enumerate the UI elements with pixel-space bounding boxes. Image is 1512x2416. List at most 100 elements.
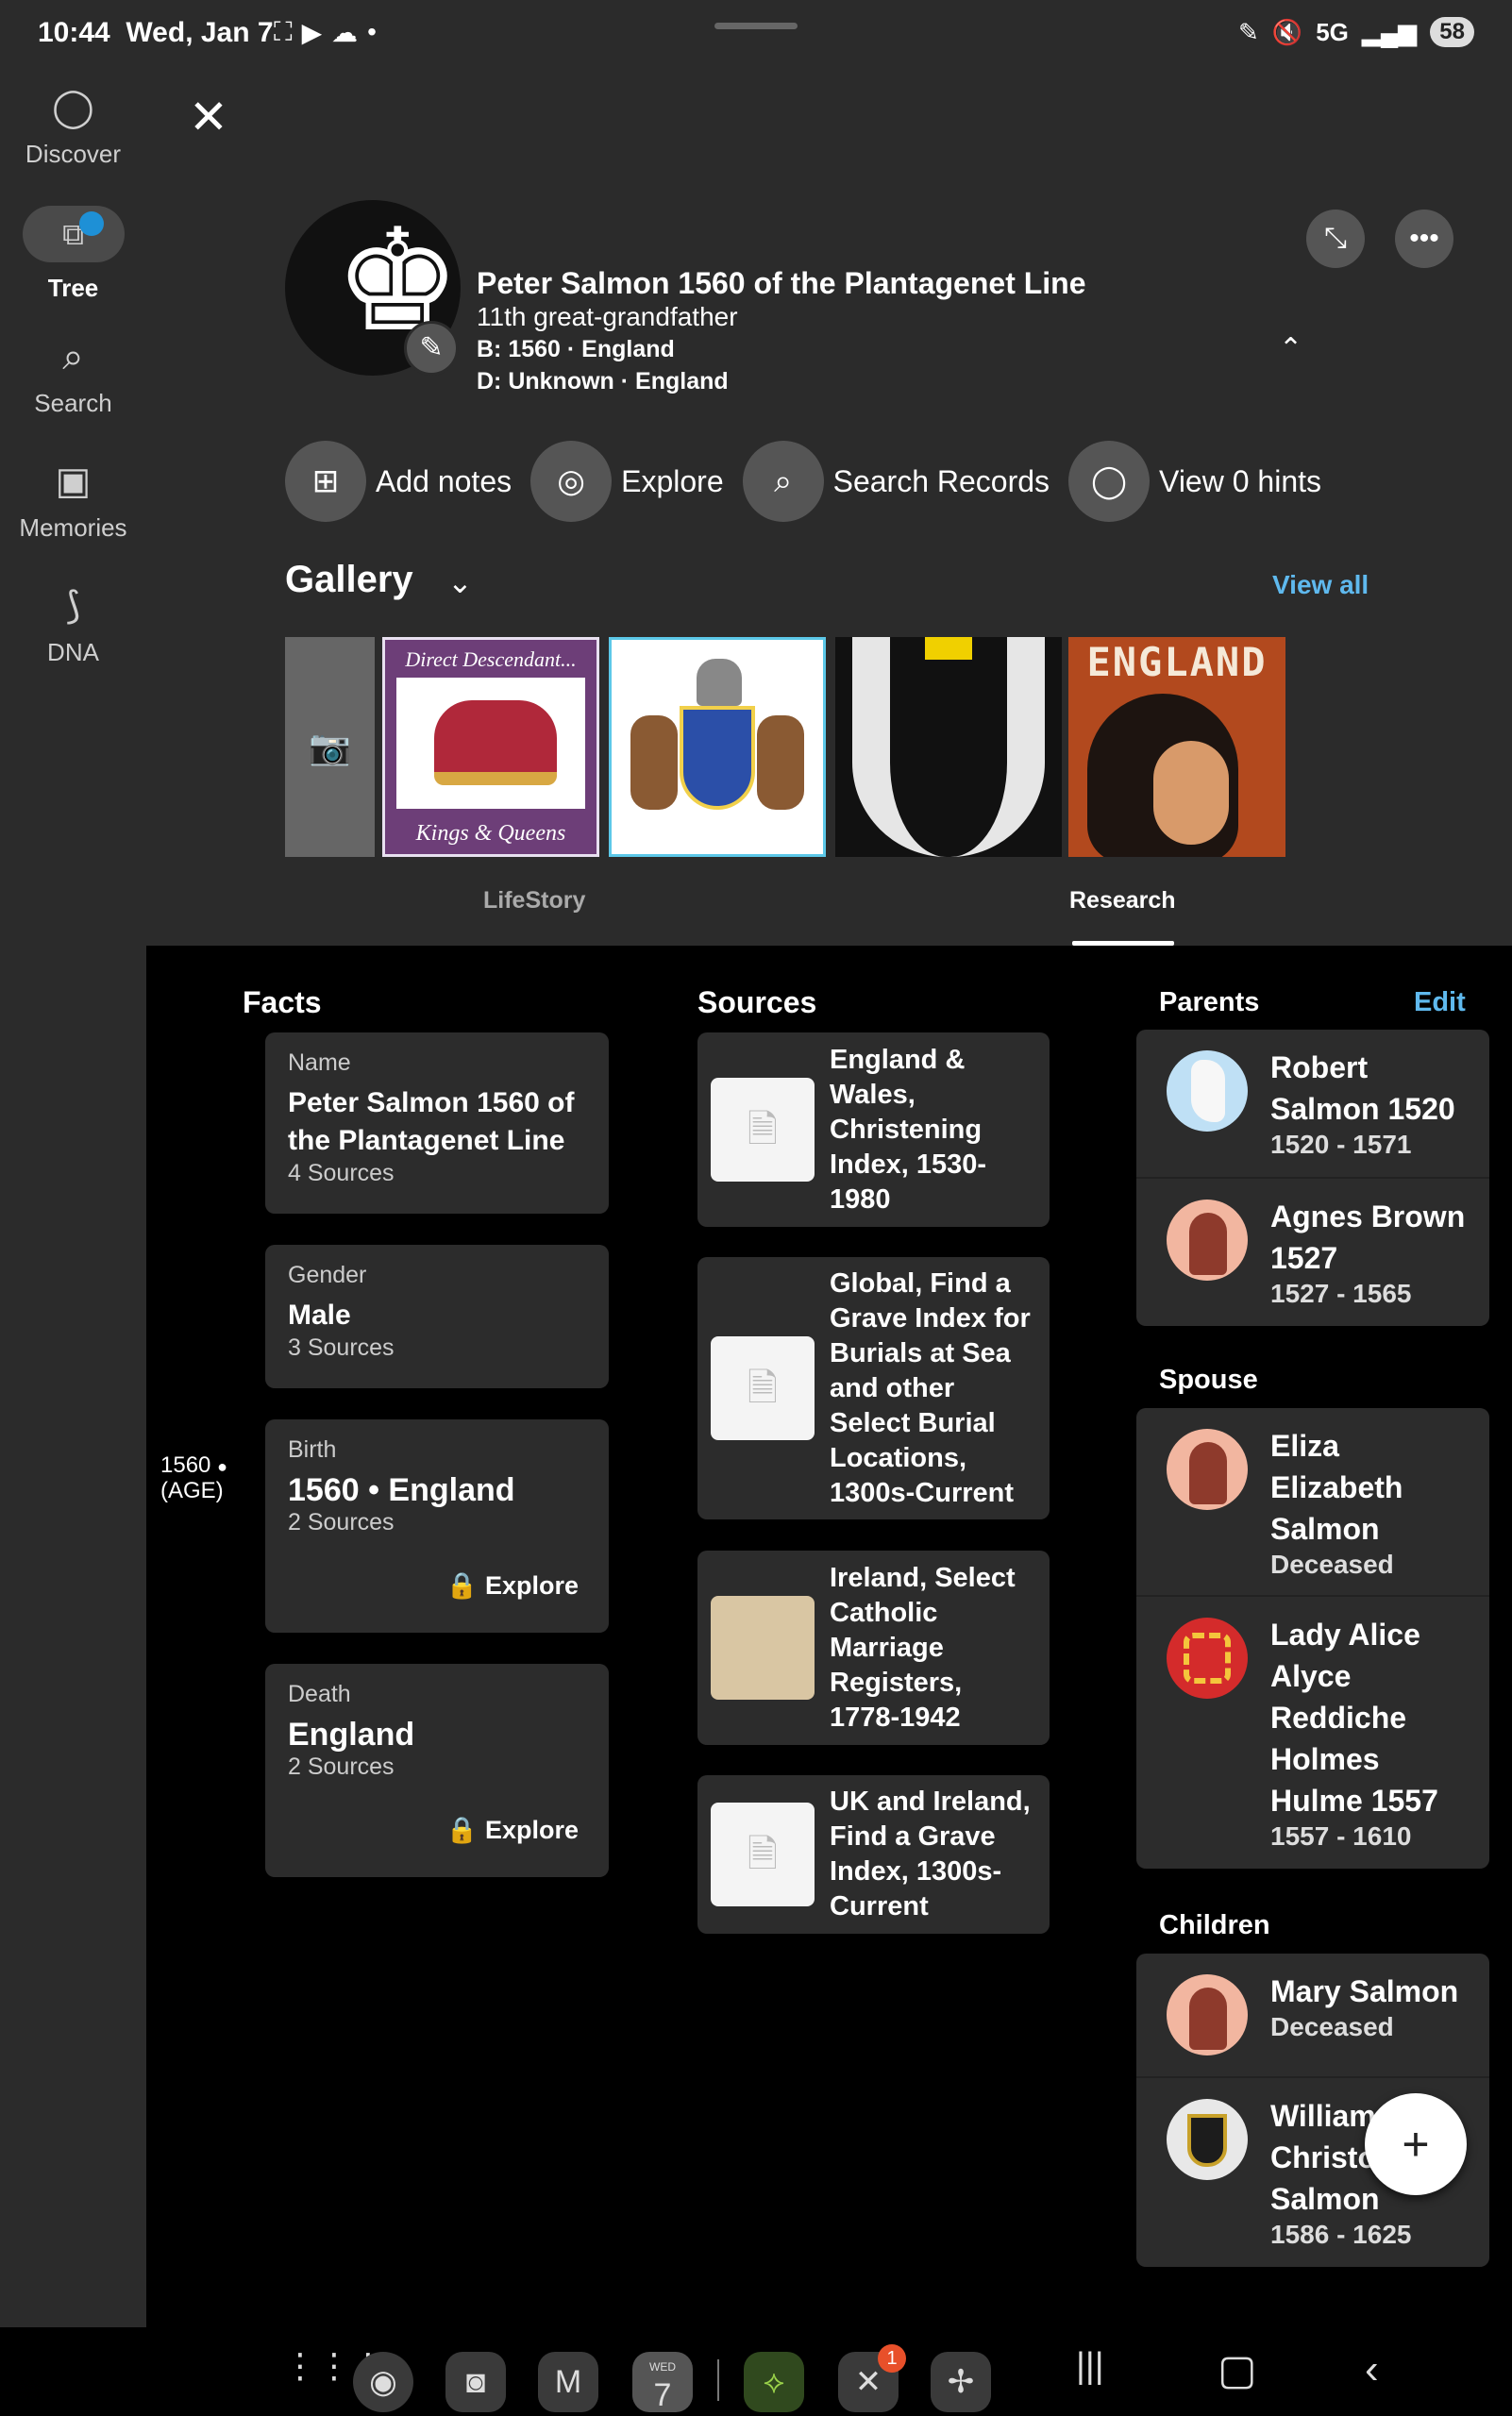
pinwheel-app-icon[interactable]: ✢ <box>931 2352 991 2412</box>
calendar-weekday: WED <box>649 2360 676 2374</box>
shield-shape <box>680 706 755 810</box>
relative-dates: 1586 - 1625 <box>1270 2220 1412 2249</box>
rail-item-memories[interactable]: ▣ Memories <box>0 459 146 543</box>
more-options-icon[interactable]: ••• <box>1395 210 1453 268</box>
timeline-marker: 1560 ● (AGE) <box>160 1452 227 1503</box>
gallery-thumb-england[interactable]: ENGLAND <box>1068 637 1285 857</box>
gmail-icon[interactable]: M <box>538 2352 598 2412</box>
spouse-list: Eliza Elizabeth Salmon Deceased Lady Ali… <box>1136 1408 1489 1869</box>
parents-heading: Parents <box>1159 987 1260 1017</box>
gallery-title: Gallery <box>285 559 413 600</box>
gallery-thumb-coat-of-arms[interactable] <box>609 637 826 857</box>
gallery-thumb-kings-queens[interactable]: Direct Descendant... Kings & Queens <box>382 637 599 857</box>
source-title: England & Wales, Christening Index, 1530… <box>830 1044 987 1215</box>
add-notes-button[interactable]: ⊞ Add notes <box>285 441 512 522</box>
fact-label: Name <box>288 1049 351 1076</box>
relative-item[interactable]: Lady Alice Alyce Reddiche Holmes Hulme 1… <box>1136 1597 1489 1869</box>
rail-item-dna[interactable]: ⟆ DNA <box>0 583 146 667</box>
explore-button[interactable]: 🔒 Explore <box>446 1815 579 1845</box>
person-relation: 11th great-grandfather <box>477 302 738 331</box>
document-icon: 🗎 <box>711 1803 815 1906</box>
source-card[interactable]: 🗎 Global, Find a Grave Index for Burials… <box>697 1257 1050 1519</box>
mute-icon: 🔇 <box>1271 17 1303 46</box>
fact-card-gender[interactable]: Gender Male 3 Sources <box>265 1245 609 1388</box>
parents-list: Robert Salmon 1520 1520 - 1571 Agnes Bro… <box>1136 1030 1489 1326</box>
ancestry-app-icon[interactable]: ⟡ <box>744 2352 804 2412</box>
pen-icon: ✎ <box>1238 17 1259 46</box>
source-card[interactable]: 🗎 England & Wales, Christening Index, 15… <box>697 1032 1050 1227</box>
tab-lifestory[interactable]: LifeStory <box>483 887 585 914</box>
x-app-icon[interactable]: ✕ 1 <box>838 2344 906 2412</box>
chevron-down-icon[interactable]: ⌄ <box>447 564 473 600</box>
relative-dates: Deceased <box>1270 2012 1394 2041</box>
stag-shape <box>630 715 678 810</box>
children-heading: Children <box>1159 1910 1270 1940</box>
add-photo-button[interactable]: 📷 <box>285 637 375 857</box>
tab-research[interactable]: Research <box>1069 887 1176 914</box>
relative-item[interactable]: Agnes Brown 1527 1527 - 1565 <box>1136 1179 1489 1326</box>
fact-sources: 3 Sources <box>288 1334 395 1361</box>
taskbar-divider <box>717 2359 719 2401</box>
fact-value: Peter Salmon 1560 of the Plantagenet Lin… <box>288 1087 575 1156</box>
thumb-caption: Kings & Queens <box>415 821 566 846</box>
view-all-link[interactable]: View all <box>1272 570 1369 600</box>
avatar <box>1167 1618 1248 1699</box>
add-note-icon: ⊞ <box>285 441 366 522</box>
avatar <box>1167 1200 1248 1281</box>
avatar <box>1167 1429 1248 1510</box>
rail-item-tree[interactable]: ⧉ Tree <box>0 206 146 303</box>
notification-dot <box>78 211 104 236</box>
dna-icon: ⟆ <box>65 585 81 627</box>
relative-item[interactable]: Eliza Elizabeth Salmon Deceased <box>1136 1408 1489 1597</box>
camera-icon[interactable]: ◙ <box>445 2352 506 2412</box>
edit-photo-icon[interactable]: ✎ <box>404 321 459 376</box>
record-scan-thumbnail <box>711 1596 815 1700</box>
source-title: UK and Ireland, Find a Grave Index, 1300… <box>830 1787 1031 1921</box>
close-icon[interactable]: ✕ <box>189 90 228 144</box>
signal-icon: ▂▄▆ <box>1361 17 1418 46</box>
avatar <box>1167 2099 1248 2180</box>
collapse-chevron-icon[interactable]: ⌃ <box>1279 332 1302 365</box>
status-time: 10:44 Wed, Jan 7 <box>38 17 274 48</box>
explore-button[interactable]: ◎ Explore <box>530 441 724 522</box>
search-records-button[interactable]: ⌕ Search Records <box>742 441 1050 522</box>
minimize-icon[interactable]: ⤡ <box>1306 210 1365 268</box>
chrome-icon[interactable]: ◉ <box>353 2352 413 2412</box>
drag-handle[interactable] <box>714 23 798 29</box>
facts-heading: Facts <box>243 985 322 1019</box>
explore-button[interactable]: 🔒 Explore <box>446 1570 579 1601</box>
rail-item-discover[interactable]: ◯ Discover <box>0 85 146 169</box>
fact-sources: 2 Sources <box>288 1509 395 1535</box>
thumb-caption: Direct Descendant... <box>405 647 577 671</box>
document-icon: 🗎 <box>711 1078 815 1182</box>
fact-value: England <box>288 1717 415 1753</box>
relative-item[interactable]: Robert Salmon 1520 1520 - 1571 <box>1136 1030 1489 1179</box>
relative-name: Mary Salmon <box>1270 1974 1459 2008</box>
gallery-thumb-shield[interactable] <box>835 637 1062 857</box>
relative-item[interactable]: Mary Salmon Deceased <box>1136 1954 1489 2078</box>
source-card[interactable]: Ireland, Select Catholic Marriage Regist… <box>697 1551 1050 1745</box>
view-hints-button[interactable]: ◯ View 0 hints <box>1068 441 1321 522</box>
person-birth: B: 1560 · England <box>477 336 675 362</box>
cloud-icon: ☁ <box>331 18 359 47</box>
add-fab-button[interactable]: + <box>1365 2093 1467 2195</box>
dot-icon: • <box>367 17 377 46</box>
source-title: Ireland, Select Catholic Marriage Regist… <box>830 1562 1016 1733</box>
home-icon[interactable]: ▢ <box>1218 2346 1257 2394</box>
fact-card-birth[interactable]: Birth 1560 • England 2 Sources 🔒 Explore <box>265 1419 609 1633</box>
edit-relatives-link[interactable]: Edit <box>1414 987 1466 1018</box>
status-notification-icons: ⛶ ▶ ☁ • <box>274 17 377 48</box>
action-bar: ⊞ Add notes ◎ Explore ⌕ Search Records ◯… <box>285 441 1321 522</box>
fact-card-name[interactable]: Name Peter Salmon 1560 of the Plantagene… <box>265 1032 609 1214</box>
back-icon[interactable]: ‹ <box>1365 2346 1379 2393</box>
yellow-band <box>925 637 972 660</box>
relative-name: Lady Alice Alyce Reddiche Holmes Hulme 1… <box>1270 1618 1438 1818</box>
camera-add-icon: 📷 <box>309 728 351 766</box>
rail-item-search[interactable]: ⌕ Search <box>0 334 146 418</box>
action-label: Explore <box>621 463 724 498</box>
action-label: Add notes <box>376 463 512 498</box>
source-card[interactable]: 🗎 UK and Ireland, Find a Grave Index, 13… <box>697 1775 1050 1934</box>
calendar-icon[interactable]: WED 7 <box>632 2352 693 2413</box>
fact-card-death[interactable]: Death England 2 Sources 🔒 Explore <box>265 1664 609 1877</box>
recent-apps-icon[interactable]: ||| <box>1076 2346 1104 2387</box>
